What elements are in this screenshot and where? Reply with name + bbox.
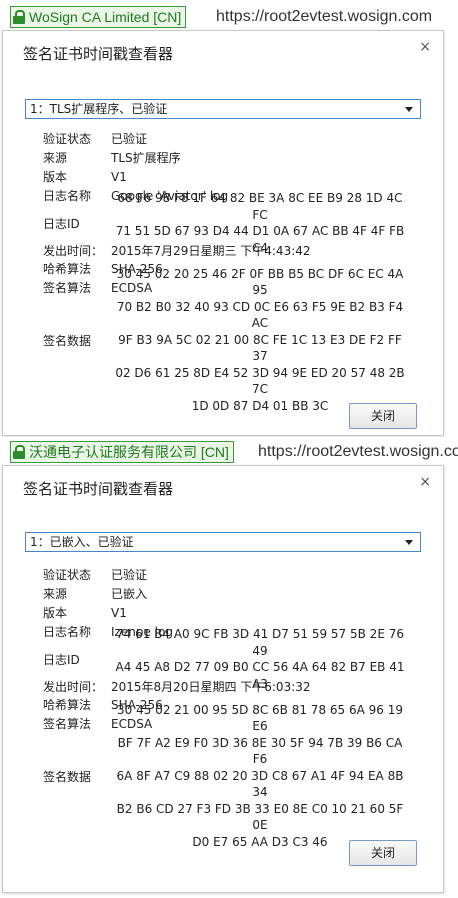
sct-select[interactable]: 1：已嵌入、已验证 <box>25 532 421 552</box>
close-icon[interactable]: × <box>419 39 431 55</box>
chevron-down-icon <box>405 540 413 545</box>
issued-label: 发出时间： <box>43 243 104 258</box>
log-id-label: 日志ID <box>43 652 80 667</box>
sct-details: 验证状态 已验证 来源 已嵌入 版本 V1 日志名称 Izenpe log 日志ID 74… <box>43 565 423 849</box>
ev-identity-badge[interactable]: WoSign CA Limited [CN] <box>10 6 187 28</box>
sig-data-value: 30 45 02 21 00 95 5D 8C 6B 81 78 65 6A 9… <box>116 702 404 849</box>
issued-value: 2015年7月29日星期三 下午4:43:42 <box>111 243 311 258</box>
url-text[interactable]: https://root2evtest.wosign.com <box>216 8 432 26</box>
dialog-title: 签名证书时间戳查看器 <box>23 45 174 63</box>
log-id-label: 日志ID <box>43 216 80 231</box>
address-bar-top[interactable]: WoSign CA Limited [CN] https://root2evte… <box>0 2 458 32</box>
sig-data-label: 签名数据 <box>43 769 92 784</box>
sct-viewer-dialog: 签名证书时间戳查看器 × 1：TLS扩展程序、已验证 验证状态 已验证 来源 TLS… <box>2 30 444 436</box>
hash-label: 哈希算法 <box>43 262 92 276</box>
ev-identity-badge[interactable]: 沃通电子认证服务有限公司 [CN] <box>10 441 234 463</box>
version-label: 版本 <box>43 170 68 184</box>
status-value: 已验证 <box>111 568 148 582</box>
issued-label: 发出时间： <box>43 679 104 694</box>
sig-data-value: 30 45 02 20 25 46 2F 0F BB B5 BC DF 6C E… <box>115 266 405 413</box>
source-value: 已嵌入 <box>111 587 148 601</box>
sig-alg-label: 签名算法 <box>43 717 92 731</box>
source-label: 来源 <box>43 587 68 601</box>
ev-org-name: WoSign CA Limited [CN] <box>29 9 182 25</box>
dialog-title: 签名证书时间戳查看器 <box>23 480 174 498</box>
sct-select-value: 1：TLS扩展程序、已验证 <box>30 102 168 116</box>
url-text[interactable]: https://root2evtest.wosign.com <box>258 443 458 461</box>
sct-select[interactable]: 1：TLS扩展程序、已验证 <box>25 99 421 119</box>
log-name-label: 日志名称 <box>43 189 92 203</box>
chevron-down-icon <box>405 107 413 112</box>
address-bar-bottom[interactable]: 沃通电子认证服务有限公司 [CN] https://root2evtest.wo… <box>0 437 458 467</box>
sct-select-value: 1：已嵌入、已验证 <box>30 535 134 549</box>
ev-org-name: 沃通电子认证服务有限公司 [CN] <box>29 444 229 460</box>
status-label: 验证状态 <box>43 132 92 146</box>
lock-icon <box>13 445 25 459</box>
sct-details: 验证状态 已验证 来源 TLS扩展程序 版本 V1 日志名称 Google 'Aviat… <box>43 129 423 413</box>
version-value: V1 <box>111 169 127 184</box>
status-label: 验证状态 <box>43 568 92 582</box>
source-value: TLS扩展程序 <box>111 151 181 165</box>
sct-viewer-dialog: 签名证书时间戳查看器 × 1：已嵌入、已验证 验证状态 已验证 来源 已嵌入 版本 V… <box>2 465 444 893</box>
close-button[interactable]: 关闭 <box>349 403 417 429</box>
log-name-label: 日志名称 <box>43 625 92 639</box>
close-button[interactable]: 关闭 <box>349 840 417 866</box>
version-label: 版本 <box>43 606 68 620</box>
close-icon[interactable]: × <box>419 474 431 490</box>
source-label: 来源 <box>43 151 68 165</box>
version-value: V1 <box>111 605 127 620</box>
lock-icon <box>13 10 25 24</box>
status-value: 已验证 <box>111 132 148 146</box>
hash-label: 哈希算法 <box>43 698 92 712</box>
sig-alg-label: 签名算法 <box>43 281 92 295</box>
sig-data-label: 签名数据 <box>43 333 92 348</box>
issued-value: 2015年8月20日星期四 下午6:03:32 <box>111 679 311 694</box>
